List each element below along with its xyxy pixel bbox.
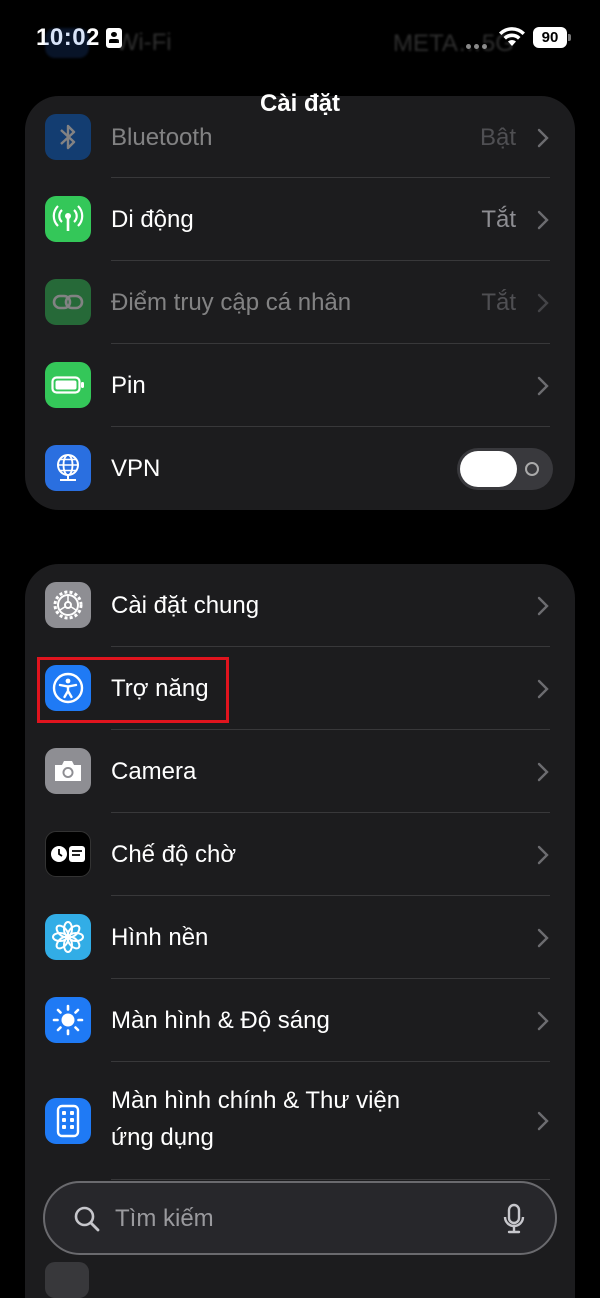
row-wallpaper[interactable]: Hình nền (25, 896, 575, 979)
highlight-box (37, 657, 229, 723)
toggle-knob (460, 451, 517, 487)
wifi-row-faded: Wi-Fi META…5G (45, 28, 514, 58)
chevron-right-icon (537, 1011, 549, 1031)
chevron-right-icon (537, 845, 549, 865)
row-camera[interactable]: Camera (25, 730, 575, 813)
search-icon (74, 1206, 100, 1232)
vpn-toggle[interactable] (457, 448, 553, 490)
page-title: Cài đặt (259, 90, 340, 117)
search-input[interactable]: Tìm kiếm (115, 1183, 214, 1255)
sun-icon (45, 997, 91, 1043)
battery-icon (45, 362, 91, 408)
camera-icon (45, 748, 91, 794)
row-general[interactable]: Cài đặt chung (25, 564, 575, 647)
chevron-right-icon (537, 210, 549, 230)
row-home-screen-app-library[interactable]: Màn hình chính & Thư viện ứng dụng (25, 1062, 575, 1180)
flower-icon (45, 914, 91, 960)
chevron-right-icon (537, 596, 549, 616)
gear-icon (45, 582, 91, 628)
row-vpn[interactable]: VPN (25, 427, 575, 510)
globe-network-icon (45, 445, 91, 491)
chevron-right-icon (537, 928, 549, 948)
chevron-right-icon (537, 1111, 549, 1131)
row-cellular[interactable]: Di động Tắt (25, 178, 575, 261)
row-battery[interactable]: Pin (25, 344, 575, 427)
antenna-icon (45, 196, 91, 242)
row-display-brightness[interactable]: Màn hình & Độ sáng (25, 979, 575, 1062)
row-standby[interactable]: Chế độ chờ (25, 813, 575, 896)
link-icon (45, 279, 91, 325)
next-row-faded (45, 1262, 245, 1298)
toggle-off-indicator (525, 462, 539, 476)
search-bar[interactable]: Tìm kiếm (43, 1181, 557, 1255)
row-personal-hotspot[interactable]: Điểm truy cập cá nhân Tắt (25, 261, 575, 344)
battery-level: 90 (533, 27, 571, 48)
chevron-right-icon (537, 128, 549, 148)
chevron-right-icon (537, 376, 549, 396)
connectivity-group: Bluetooth Bật Di động Tắt Điểm truy cập … (25, 96, 575, 510)
bluetooth-icon (45, 114, 91, 160)
microphone-icon[interactable] (503, 1203, 525, 1235)
standby-icon (45, 831, 91, 877)
wifi-settings-icon (45, 28, 89, 58)
chevron-right-icon (537, 762, 549, 782)
chevron-right-icon (537, 293, 549, 313)
phone-grid-icon (45, 1098, 91, 1144)
chevron-right-icon (537, 679, 549, 699)
